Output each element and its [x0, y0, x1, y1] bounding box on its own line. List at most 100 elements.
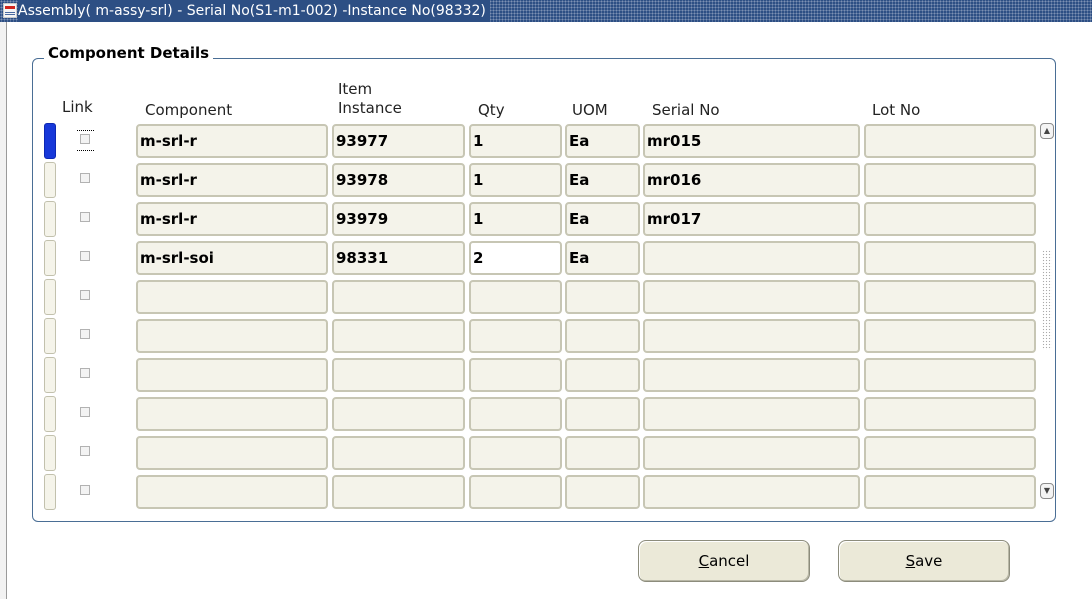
- uom-field[interactable]: [565, 280, 640, 314]
- header-item-instance-line1: Item: [338, 80, 373, 98]
- uom-field[interactable]: Ea: [565, 202, 640, 236]
- item-instance-field[interactable]: [332, 358, 465, 392]
- link-checkbox[interactable]: [80, 251, 90, 261]
- link-checkbox[interactable]: [80, 212, 90, 222]
- component-field[interactable]: [136, 319, 328, 353]
- component-field[interactable]: [136, 475, 328, 509]
- serial-no-field[interactable]: mr017: [643, 202, 860, 236]
- record-selector[interactable]: [44, 318, 56, 354]
- record-selector[interactable]: [44, 162, 56, 198]
- item-instance-field[interactable]: [332, 436, 465, 470]
- serial-no-field[interactable]: mr015: [643, 124, 860, 158]
- record-selector[interactable]: [44, 240, 56, 276]
- header-item-instance-line2: Instance: [338, 99, 402, 117]
- header-uom: UOM: [572, 101, 608, 119]
- component-field[interactable]: [136, 358, 328, 392]
- link-checkbox[interactable]: [80, 290, 90, 300]
- header-serial-no: Serial No: [652, 101, 720, 119]
- header-item-instance: Item Instance: [338, 80, 402, 118]
- serial-no-field[interactable]: [643, 358, 860, 392]
- record-selector[interactable]: [44, 357, 56, 393]
- qty-field[interactable]: 2: [469, 241, 562, 275]
- serial-no-field[interactable]: [643, 319, 860, 353]
- serial-no-field[interactable]: [643, 280, 860, 314]
- lot-no-field[interactable]: [864, 124, 1036, 158]
- component-field[interactable]: m-srl-r: [136, 163, 328, 197]
- uom-field[interactable]: [565, 436, 640, 470]
- record-selector[interactable]: [44, 123, 56, 159]
- header-qty: Qty: [478, 101, 505, 119]
- lot-no-field[interactable]: [864, 280, 1036, 314]
- arrow-up-icon[interactable]: ▲: [1040, 123, 1054, 139]
- uom-field[interactable]: [565, 475, 640, 509]
- component-field[interactable]: m-srl-r: [136, 124, 328, 158]
- qty-field[interactable]: [469, 475, 562, 509]
- component-field[interactable]: [136, 397, 328, 431]
- qty-field[interactable]: [469, 436, 562, 470]
- component-field[interactable]: [136, 280, 328, 314]
- link-checkbox[interactable]: [80, 173, 90, 183]
- qty-field[interactable]: 1: [469, 202, 562, 236]
- serial-no-field[interactable]: [643, 475, 860, 509]
- record-selector[interactable]: [44, 435, 56, 471]
- lot-no-field[interactable]: [864, 358, 1036, 392]
- qty-field[interactable]: [469, 280, 562, 314]
- uom-field[interactable]: [565, 358, 640, 392]
- item-instance-field[interactable]: 98331: [332, 241, 465, 275]
- cancel-mnemonic: C: [698, 552, 710, 570]
- serial-no-field[interactable]: mr016: [643, 163, 860, 197]
- lot-no-field[interactable]: [864, 436, 1036, 470]
- oracle-app-icon: [3, 3, 17, 18]
- uom-field[interactable]: Ea: [565, 241, 640, 275]
- link-checkbox[interactable]: [80, 134, 90, 144]
- qty-field[interactable]: [469, 358, 562, 392]
- window-titlebar[interactable]: Assembly( m-assy-srl) - Serial No(S1-m1-…: [0, 0, 1092, 22]
- item-instance-field[interactable]: [332, 397, 465, 431]
- uom-field[interactable]: [565, 397, 640, 431]
- qty-field[interactable]: 1: [469, 163, 562, 197]
- record-selector[interactable]: [44, 396, 56, 432]
- scrollbar-thumb[interactable]: [1042, 250, 1052, 350]
- serial-no-field[interactable]: [643, 241, 860, 275]
- item-instance-field[interactable]: [332, 319, 465, 353]
- link-checkbox[interactable]: [80, 407, 90, 417]
- lot-no-field[interactable]: [864, 475, 1036, 509]
- qty-field[interactable]: [469, 397, 562, 431]
- record-selector[interactable]: [44, 474, 56, 510]
- uom-field[interactable]: [565, 319, 640, 353]
- link-checkbox[interactable]: [80, 368, 90, 378]
- item-instance-field[interactable]: 93977: [332, 124, 465, 158]
- link-checkbox[interactable]: [80, 485, 90, 495]
- item-instance-field[interactable]: [332, 475, 465, 509]
- lot-no-field[interactable]: [864, 163, 1036, 197]
- arrow-down-icon[interactable]: ▼: [1040, 483, 1054, 499]
- checkbox-focus-indicator-top: [77, 130, 94, 131]
- save-button[interactable]: Save: [838, 540, 1010, 582]
- save-label: ave: [915, 552, 943, 570]
- header-link: Link: [62, 98, 93, 116]
- uom-field[interactable]: Ea: [565, 163, 640, 197]
- component-field[interactable]: m-srl-soi: [136, 241, 328, 275]
- save-mnemonic: S: [905, 552, 916, 570]
- link-checkbox[interactable]: [80, 329, 90, 339]
- lot-no-field[interactable]: [864, 241, 1036, 275]
- cancel-label: ancel: [709, 552, 750, 570]
- item-instance-field[interactable]: 93979: [332, 202, 465, 236]
- item-instance-field[interactable]: [332, 280, 465, 314]
- link-checkbox[interactable]: [80, 446, 90, 456]
- record-selector[interactable]: [44, 201, 56, 237]
- qty-field[interactable]: [469, 319, 562, 353]
- cancel-button[interactable]: Cancel: [638, 540, 810, 582]
- item-instance-field[interactable]: 93978: [332, 163, 465, 197]
- lot-no-field[interactable]: [864, 397, 1036, 431]
- qty-field[interactable]: 1: [469, 124, 562, 158]
- lot-no-field[interactable]: [864, 319, 1036, 353]
- component-field[interactable]: [136, 436, 328, 470]
- component-field[interactable]: m-srl-r: [136, 202, 328, 236]
- serial-no-field[interactable]: [643, 436, 860, 470]
- uom-field[interactable]: Ea: [565, 124, 640, 158]
- lot-no-field[interactable]: [864, 202, 1036, 236]
- record-selector[interactable]: [44, 279, 56, 315]
- section-title: Component Details: [44, 44, 214, 62]
- serial-no-field[interactable]: [643, 397, 860, 431]
